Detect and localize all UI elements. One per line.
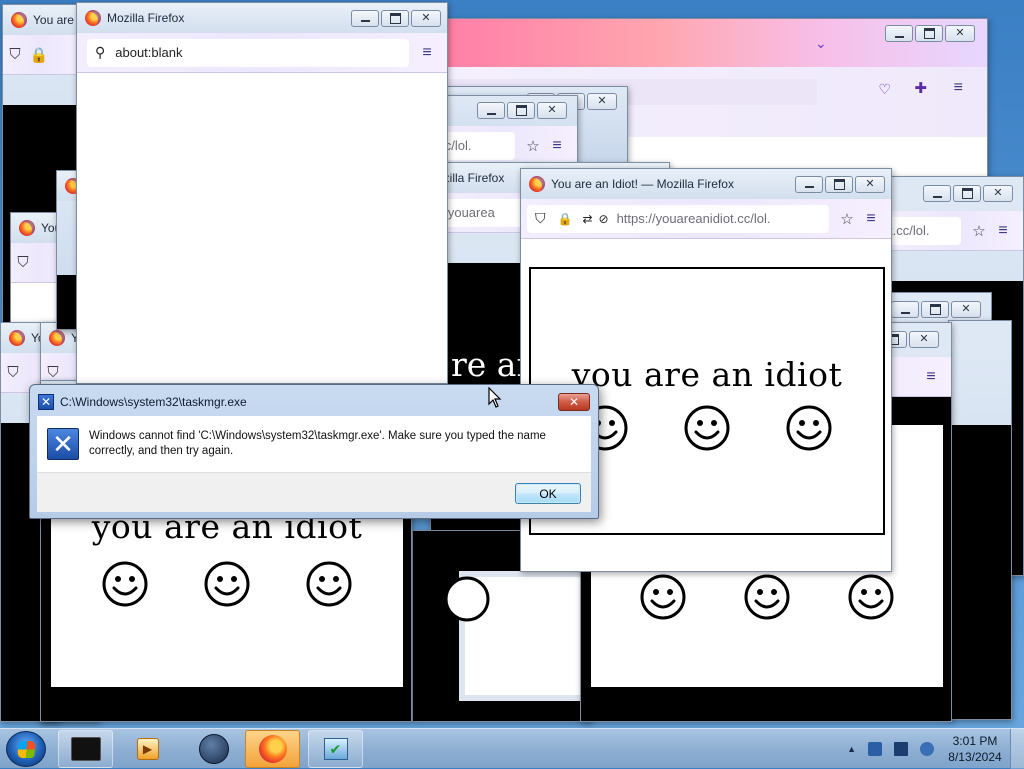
minimize-button[interactable]: [795, 175, 823, 193]
taskbar-app-cmd[interactable]: [58, 730, 113, 768]
close-button[interactable]: [909, 331, 939, 348]
hamburger-menu-icon[interactable]: ≡: [545, 137, 569, 155]
clock-date: 8/13/2024: [948, 750, 1002, 764]
taskbar-app-task[interactable]: ✔: [308, 730, 363, 768]
taskbar-app-firefox[interactable]: [245, 730, 300, 768]
extensions-icon[interactable]: ✚: [914, 79, 927, 97]
hamburger-menu-icon[interactable]: ≡: [991, 222, 1015, 240]
taskbar-app-globe[interactable]: [186, 730, 241, 768]
permissions-icon[interactable]: ⇄: [582, 212, 592, 226]
system-tray: ▲ 3:01 PM 8/13/2024: [847, 729, 1024, 769]
minimize-button[interactable]: [923, 185, 951, 202]
task-app-icon: ✔: [323, 738, 348, 760]
close-button[interactable]: [983, 185, 1013, 202]
clock-time: 3:01 PM: [952, 734, 998, 748]
firefox-window-right-3[interactable]: [948, 320, 1012, 720]
cmd-prompt-icon: [70, 737, 101, 761]
close-button[interactable]: [411, 9, 441, 27]
dialog-message: Windows cannot find 'C:\Windows\system32…: [89, 430, 546, 457]
star-icon[interactable]: ☆: [967, 222, 991, 240]
minimize-button[interactable]: [477, 102, 505, 119]
error-icon: ✕: [38, 394, 54, 410]
url-bar[interactable]: ⛉ 🔒 ⇄ ⊘ https://youareanidiot.cc/lol.: [527, 204, 829, 233]
smiley-icon: [640, 574, 686, 620]
mouse-cursor-icon: [488, 387, 502, 408]
maximize-button[interactable]: [953, 185, 981, 202]
star-icon[interactable]: ☆: [521, 137, 545, 155]
firefox-window-mid-1[interactable]: t.cc/lol. ☆ ≡: [430, 95, 578, 165]
shield-icon[interactable]: ⛉: [41, 364, 65, 381]
shield-icon[interactable]: ⛉: [3, 46, 27, 63]
firefox-icon: [9, 330, 25, 346]
display-icon[interactable]: [894, 742, 908, 756]
dialog-close-button[interactable]: ✕: [558, 393, 590, 411]
maximize-button[interactable]: [921, 301, 949, 318]
firefox-icon: [85, 10, 101, 26]
start-button[interactable]: [6, 731, 46, 767]
network-icon[interactable]: [868, 742, 882, 756]
firefox-window-about-blank[interactable]: Mozilla Firefox ⚲ about:blank ≡: [76, 2, 448, 384]
minimize-button[interactable]: [891, 301, 919, 318]
smiley-icon: [204, 561, 250, 607]
shield-icon[interactable]: ⛉: [1, 364, 25, 381]
hamburger-menu-icon[interactable]: ≡: [954, 79, 963, 97]
tracking-protection-icon[interactable]: ⊘: [599, 212, 609, 226]
pocket-icon[interactable]: ♡: [878, 81, 891, 98]
firefox-icon: [19, 220, 35, 236]
firefox-icon: [258, 735, 287, 763]
close-button[interactable]: [587, 93, 617, 110]
url-bar[interactable]: ⚲ about:blank: [87, 38, 409, 67]
hamburger-menu-icon[interactable]: ≡: [415, 44, 439, 62]
hamburger-menu-icon[interactable]: ≡: [859, 210, 883, 228]
smiley-icon: [306, 561, 352, 607]
shield-icon[interactable]: ⛉: [11, 254, 35, 271]
taskbar: ▶ ✔ ▲ 3:01 PM 8/13/2024: [0, 728, 1024, 769]
globe-icon: [198, 734, 229, 764]
dialog-title: C:\Windows\system32\taskmgr.exe: [60, 395, 247, 409]
smiley-icon: [444, 576, 490, 622]
smiley-icon: [684, 405, 730, 451]
firefox-icon: [529, 176, 545, 192]
close-button[interactable]: [537, 102, 567, 119]
show-desktop-button[interactable]: [1010, 729, 1024, 769]
close-button[interactable]: [855, 175, 885, 193]
show-hidden-icons-icon[interactable]: ▲: [847, 744, 856, 754]
smiley-icon: [102, 561, 148, 607]
maximize-button[interactable]: [381, 9, 409, 27]
shield-icon[interactable]: ⛉: [535, 210, 546, 227]
minimize-button[interactable]: [351, 9, 379, 27]
firefox-icon: [49, 330, 65, 346]
idiot-content-box: you are an idiot: [49, 495, 405, 689]
maximize-button[interactable]: [915, 25, 943, 42]
smiley-icon: [786, 405, 832, 451]
maximize-button[interactable]: [825, 175, 853, 193]
maximize-button[interactable]: [507, 102, 535, 119]
ok-button[interactable]: OK: [515, 483, 581, 504]
url-text[interactable]: about:blank: [115, 45, 182, 60]
taskbar-app-media[interactable]: ▶: [120, 730, 175, 768]
smiley-icon: [848, 574, 894, 620]
volume-icon[interactable]: [920, 742, 934, 756]
lock-icon: 🔒: [29, 46, 49, 64]
search-icon: ⚲: [95, 44, 106, 60]
error-dialog[interactable]: ✕ C:\Windows\system32\taskmgr.exe ✕ ✕ Wi…: [29, 384, 599, 519]
smiley-icon: [744, 574, 790, 620]
hamburger-menu-icon[interactable]: ≡: [919, 368, 943, 386]
firefox-icon: [11, 12, 27, 28]
minimize-button[interactable]: [885, 25, 913, 42]
chevron-down-icon[interactable]: ⌄: [815, 35, 827, 52]
close-button[interactable]: [951, 301, 981, 318]
close-button[interactable]: [945, 25, 975, 42]
star-icon[interactable]: ☆: [835, 210, 859, 228]
clock[interactable]: 3:01 PM 8/13/2024: [940, 733, 1010, 765]
lock-icon: 🔒: [557, 211, 573, 226]
error-icon: ✕: [47, 428, 79, 460]
url-bar[interactable]: t.cc/lol.: [889, 216, 961, 245]
media-player-icon: ▶: [136, 738, 159, 760]
